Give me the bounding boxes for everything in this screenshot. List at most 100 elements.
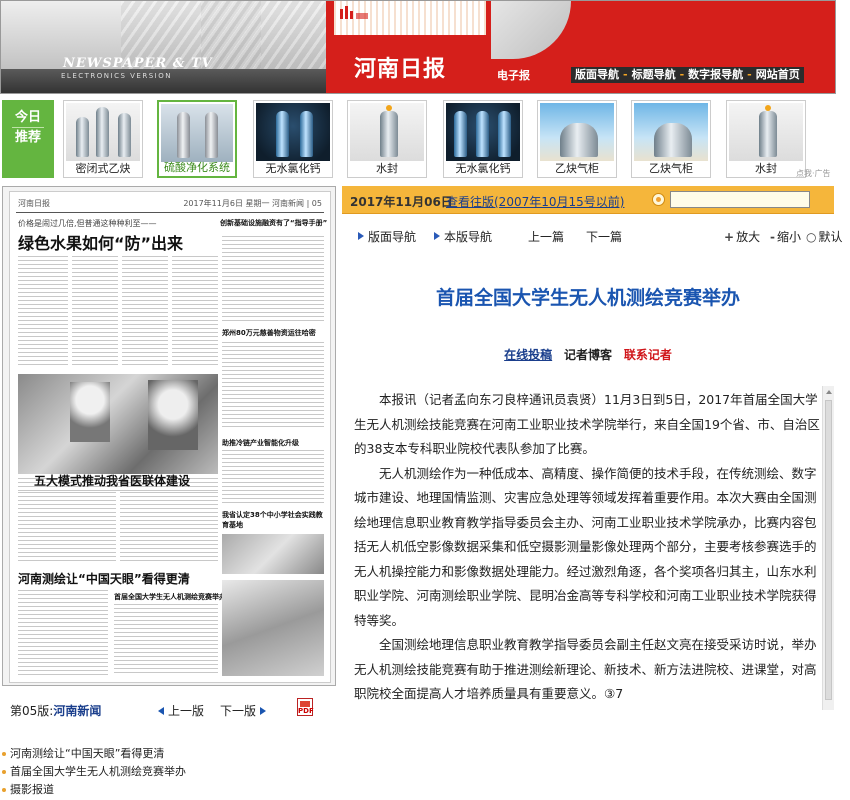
ad-image xyxy=(66,103,140,161)
tank-shape xyxy=(76,117,89,157)
ad-item[interactable]: 密闭式乙炔 xyxy=(63,100,143,178)
ad-item[interactable]: 水封 xyxy=(347,100,427,178)
article-list-item[interactable]: 首届全国大学生无人机测绘竞赛举办 xyxy=(2,763,336,781)
next-article-label: 下一篇 xyxy=(586,230,623,244)
ad-label: 无水氯化钙 xyxy=(265,162,321,175)
scroll-up-icon[interactable] xyxy=(826,390,832,394)
thumb-column xyxy=(222,342,324,430)
ad-label: 密闭式乙炔 xyxy=(75,162,131,175)
online-submit-link[interactable]: 在线投稿 xyxy=(504,348,552,362)
article-paragraph: 全国测绘地理信息职业教育教学指导委员会副主任赵文亮在接受采访时说，举办无人机测绘… xyxy=(354,637,817,701)
next-page-button[interactable]: 下一版 xyxy=(220,702,267,719)
thumb-headline[interactable]: 绿色水果如何“防”出来 xyxy=(18,230,183,254)
tank-shape xyxy=(205,112,218,158)
zoom-in-button[interactable]: + 放大 xyxy=(724,228,760,245)
nav-home[interactable]: 网站首页 xyxy=(756,68,800,81)
reset-icon: ○ xyxy=(806,230,817,244)
page-label-name[interactable]: 河南新闻 xyxy=(53,704,101,718)
thumb-column xyxy=(122,256,168,366)
recommend-char: 推 xyxy=(14,130,28,145)
thumb-column xyxy=(18,590,108,676)
section-nav-button[interactable]: 本版导航 xyxy=(434,228,492,245)
search-input[interactable] xyxy=(670,191,810,208)
recommend-char: 日 xyxy=(28,110,42,125)
article-list-label: 首届全国大学生无人机测绘竞赛举办 xyxy=(10,765,186,778)
plus-icon: + xyxy=(724,230,735,244)
thumb-column xyxy=(222,450,324,504)
default-size-button[interactable]: ○ 默认 xyxy=(806,228,843,245)
scrollbar-thumb[interactable] xyxy=(825,400,832,700)
today-recommend-label: 今日 推荐 xyxy=(2,100,54,178)
tank-shape xyxy=(476,111,489,157)
section-nav-label: 本版导航 xyxy=(444,230,493,244)
thumb-masthead: 河南日报 xyxy=(18,199,50,208)
page-footer: 第05版:河南新闻 上一版 下一版 PDF xyxy=(2,698,336,720)
recommend-char: 荐 xyxy=(28,130,42,145)
ad-item[interactable]: 无水氯化钙 xyxy=(443,100,523,178)
site-header: NEWSPAPER & TV ELECTRONICS VERSION 河南日报 … xyxy=(0,0,836,94)
ad-mark: 点我·广告 xyxy=(796,169,831,178)
thumb-kicker[interactable]: 价格是闹过几倍,但普通这种种利至—— xyxy=(18,218,157,229)
zoom-out-button[interactable]: - 缩小 xyxy=(770,228,801,245)
tank-shape xyxy=(276,111,289,157)
header-tagline: NEWSPAPER & TV xyxy=(63,56,213,71)
history-link[interactable]: 查看往版(2007年10月15号以前) xyxy=(446,193,624,210)
article-meta-links: 在线投稿 记者博客 联系记者 xyxy=(342,346,834,363)
reporter-blog-link[interactable]: 记者博客 xyxy=(564,348,612,362)
prev-article-button[interactable]: 上一篇 xyxy=(528,228,564,245)
site-nav: 版面导航 - 标题导航 - 数字报导航 - 网站首页 xyxy=(571,67,804,83)
article-scrollbar[interactable] xyxy=(822,386,834,710)
brand-logo-icon xyxy=(340,6,368,19)
page-thumbnail[interactable]: 河南日报 2017年11月6日 星期一 河南新闻 | 05 价格是闹过几倍,但普… xyxy=(9,191,331,683)
thumb-headline[interactable]: 首届全国大学生无人机测绘竞赛举办 xyxy=(114,592,226,602)
date-bar: 2017年11月06日 查看往版(2007年10月15号以前) xyxy=(342,186,834,214)
layout-nav-button[interactable]: 版面导航 xyxy=(358,228,416,245)
ad-item[interactable]: 乙炔气柜 xyxy=(631,100,711,178)
ad-label: 乙炔气柜 xyxy=(649,162,693,175)
ad-item[interactable]: 乙炔气柜 xyxy=(537,100,617,178)
article-list-label: 河南测绘让“中国天眼”看得更清 xyxy=(10,747,165,760)
tank-shape xyxy=(560,123,598,157)
thumb-section: 2017年11月6日 星期一 河南新闻 | 05 xyxy=(183,199,322,208)
thumb-headline[interactable]: 我省认定38个中小学社会实践教育基地 xyxy=(222,510,326,530)
thumb-headline[interactable]: 郑州80万元慈善物资运往哈密 xyxy=(222,328,316,338)
tank-shape xyxy=(454,111,467,157)
ad-image xyxy=(729,103,803,161)
zoom-out-label: 缩小 xyxy=(776,230,801,244)
arrow-right-icon xyxy=(358,232,364,240)
minus-icon: - xyxy=(770,230,775,244)
next-article-button[interactable]: 下一篇 xyxy=(586,228,622,245)
tank-shape xyxy=(380,111,398,157)
nav-separator: - xyxy=(623,68,628,81)
ad-image xyxy=(540,103,614,161)
ad-label: 水封 xyxy=(376,162,398,175)
ad-image xyxy=(446,103,520,161)
nav-separator: - xyxy=(747,68,752,81)
nav-digital[interactable]: 数字报导航 xyxy=(688,68,743,81)
article-list-item[interactable]: 河南测绘让“中国天眼”看得更清 xyxy=(2,745,336,763)
arrow-left-icon xyxy=(158,707,164,715)
thumb-column xyxy=(114,604,218,676)
recommend-strip: 今日 推荐 密闭式乙炔 硫酸净化系统 无水氯化钙 水封 无水氯化钙 乙炔气柜 乙… xyxy=(0,100,836,178)
article-list-item[interactable]: 摄影报道 xyxy=(2,781,336,799)
thumb-headline[interactable]: 河南测绘让“中国天眼”看得更清 xyxy=(18,570,190,587)
arrow-right-icon xyxy=(260,707,267,715)
nav-titles[interactable]: 标题导航 xyxy=(632,68,676,81)
search-icon[interactable] xyxy=(652,193,665,206)
ad-label: 乙炔气柜 xyxy=(555,162,599,175)
brand-box: 河南日报 xyxy=(326,1,491,93)
pdf-download-icon[interactable]: PDF xyxy=(297,698,314,716)
nav-layout[interactable]: 版面导航 xyxy=(575,68,619,81)
ad-item[interactable]: 硫酸净化系统 xyxy=(157,100,237,178)
prev-page-button[interactable]: 上一版 xyxy=(158,702,204,719)
article-paragraph: 本报讯（记者孟向东刁良梓通讯员袁贤）11月3日到5日，2017年首届全国大学生无… xyxy=(354,392,820,456)
ad-label: 硫酸净化系统 xyxy=(164,161,230,174)
contact-reporter-link[interactable]: 联系记者 xyxy=(624,348,672,362)
ad-item[interactable]: 无水氯化钙 xyxy=(253,100,333,178)
newspaper-name: 河南日报 xyxy=(354,57,447,82)
thumb-headline[interactable]: 五大模式推动我省医联体建设 xyxy=(34,472,190,489)
thumb-headline[interactable]: 助推冷链产业智能化升级 xyxy=(222,438,299,448)
thumb-rule xyxy=(16,212,324,213)
ad-item[interactable]: 水封 xyxy=(726,100,806,178)
thumb-headline[interactable]: 创新基础设施融资有了“指导手册” xyxy=(220,218,328,229)
